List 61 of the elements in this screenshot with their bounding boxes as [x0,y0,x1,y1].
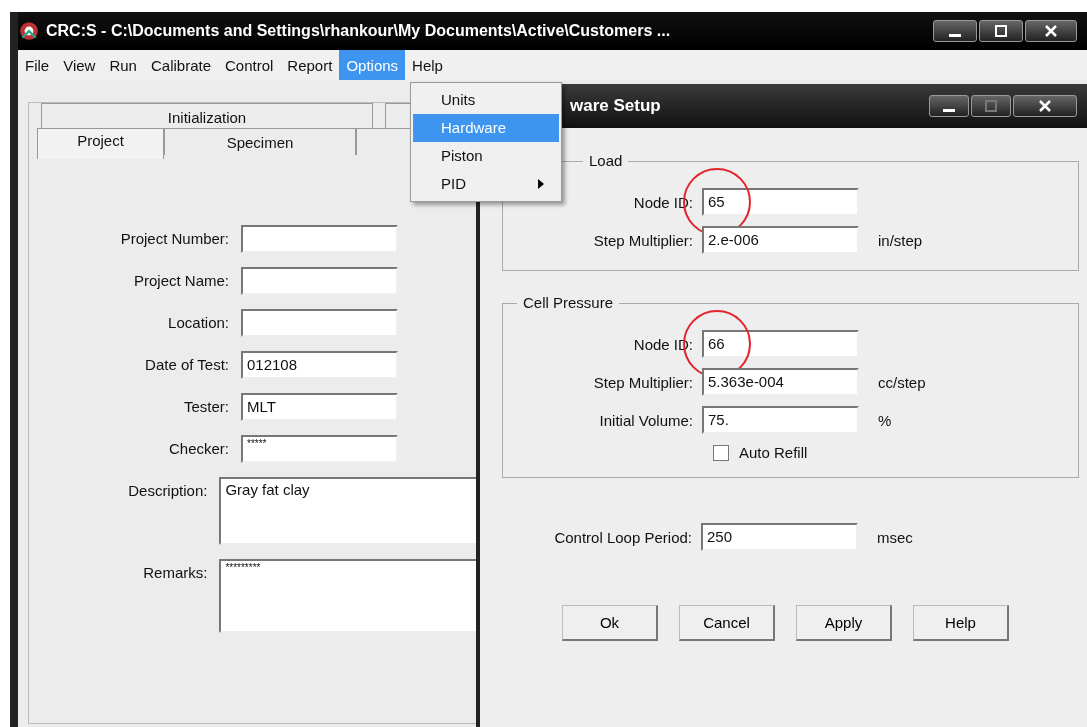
checkbox-label: Auto Refill [739,444,808,461]
text-field[interactable]: MLT [241,393,398,421]
close-button[interactable] [1013,95,1077,117]
menu-item[interactable]: Piston [413,142,559,170]
field-label: Checker: [167,439,229,459]
field-label: Description: [127,481,208,501]
text-field[interactable]: 66 [702,330,859,358]
field-label: Step Multiplier: [592,373,693,391]
unit-label: in/step [878,231,923,249]
text-field[interactable] [241,267,398,295]
field-label: Tester: [183,397,229,417]
dialog-button[interactable]: Help [913,605,1009,641]
text-field[interactable]: 250 [701,523,858,551]
minimize-icon [943,108,955,112]
field-label: Date of Test: [144,355,229,375]
text-field[interactable]: 75. [702,406,859,434]
close-icon [1044,24,1058,38]
menu-item[interactable]: Help [405,50,450,80]
menu-item[interactable]: Control [218,50,281,80]
checkbox[interactable] [713,444,729,461]
window-title: CRC:S - C:\Documents and Settings\rhankour\My Documents\Active\Customers ... [46,22,672,40]
maximize-button[interactable] [979,20,1023,42]
tab[interactable]: Initialization [41,103,373,130]
text-field[interactable]: ***** [241,435,398,463]
unit-label: % [878,411,892,429]
close-button[interactable] [1025,20,1077,42]
menu-item[interactable]: Calibrate [143,50,218,80]
field-label: Project Name: [132,271,229,291]
menu-item[interactable]: File [18,50,57,80]
maximize-icon [984,99,998,113]
close-icon [1038,99,1052,113]
tab[interactable]: Specimen [164,128,356,155]
app-icon [18,20,40,42]
field-label: Step Multiplier: [592,231,693,249]
field-label: Project Number: [119,229,229,249]
dialog-button[interactable]: Apply [796,605,892,641]
text-field[interactable]: 2.e-006 [702,226,859,254]
text-field[interactable] [241,309,398,337]
field-label: Control Loop Period: [553,528,692,546]
minimize-button[interactable] [933,20,977,42]
text-field[interactable]: 5.363e-004 [702,368,859,396]
menu-item[interactable]: Run [102,50,144,80]
dialog-title: ware Setup [570,96,662,116]
tab[interactable]: Project [37,128,164,159]
menu-item[interactable]: PID [413,170,559,198]
text-field[interactable]: 012108 [241,351,398,379]
maximize-icon [994,24,1008,38]
field-label: Location: [167,313,229,333]
minimize-button[interactable] [929,95,969,117]
dialog-button[interactable]: Cancel [679,605,775,641]
text-field[interactable]: 65 [702,188,859,216]
field-label: Remarks: [142,563,208,583]
field-label: Initial Volume: [598,411,693,429]
text-field[interactable] [241,225,398,253]
minimize-icon [949,33,961,37]
menu-item[interactable]: Units [413,86,559,114]
dialog-button[interactable]: Ok [562,605,658,641]
unit-label: msec [877,528,913,546]
menu-item[interactable]: View [56,50,103,80]
menu-item[interactable]: Report [280,50,340,80]
unit-label: cc/step [878,373,926,391]
